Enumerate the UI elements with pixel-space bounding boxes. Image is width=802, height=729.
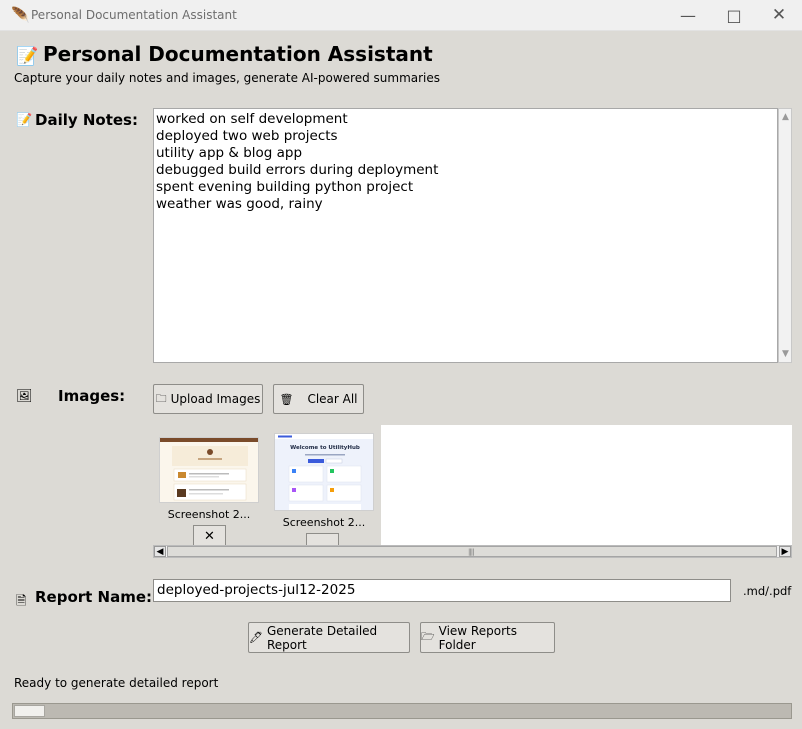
scroll-down-icon[interactable]: ▼ [780, 348, 791, 360]
page-subtitle: Capture your daily notes and images, gen… [14, 71, 441, 85]
notes-line: debugged build errors during deployment [156, 162, 439, 178]
thumbnail-caption: Screenshot 2... [167, 508, 251, 521]
view-reports-folder-button[interactable]: 🗁 View Reports Folder [420, 622, 555, 653]
remove-image-button[interactable]: ✕ [193, 525, 226, 545]
thumbnail-caption: Screenshot 2... [282, 516, 366, 529]
daily-notes-textarea[interactable]: worked on self development deployed two … [153, 108, 778, 363]
generate-report-button[interactable]: 🖊 Generate Detailed Report [248, 622, 410, 653]
report-name-input[interactable]: deployed-projects-jul12-2025 [153, 579, 731, 602]
image-thumbnail[interactable] [159, 437, 259, 503]
upload-images-button[interactable]: 🗀 Upload Images [153, 384, 263, 414]
screenshot-preview: Welcome to UtilityHub [275, 434, 373, 510]
generate-report-label: Generate Detailed Report [266, 623, 378, 652]
image-thumbnail[interactable]: Welcome to UtilityHub [274, 433, 374, 511]
notes-line: utility app & blog app [156, 145, 303, 161]
scroll-up-icon[interactable]: ▲ [780, 111, 791, 123]
page-title: Personal Documentation Assistant [43, 42, 433, 66]
scrollbar-thumb[interactable]: |||| [167, 546, 777, 557]
gallery-horizontal-scrollbar[interactable]: ◀ |||| ▶ [153, 545, 792, 558]
grip-icon: |||| [468, 548, 475, 556]
folder-icon: 🗀 [155, 391, 167, 405]
scroll-right-icon[interactable]: ▶ [779, 546, 791, 557]
notes-line: weather was good, rainy [156, 196, 323, 212]
window-title: Personal Documentation Assistant [31, 8, 237, 22]
progress-bar-fill [14, 705, 45, 717]
status-text: Ready to generate detailed report [14, 676, 219, 690]
scroll-left-icon[interactable]: ◀ [154, 546, 166, 557]
notes-line: deployed two web projects [156, 128, 338, 144]
close-button[interactable]: ✕ [756, 0, 802, 30]
daily-notes-label: Daily Notes: [35, 111, 138, 129]
notes-line: worked on self development [156, 111, 348, 127]
progress-bar [12, 703, 792, 719]
notes-line: spent evening building python project [156, 179, 414, 195]
feather-icon: 🪶 [11, 6, 30, 24]
memo-icon: 📝 [16, 113, 33, 128]
file-extension-label: .md/.pdf [743, 584, 792, 598]
images-label: Images: [58, 387, 126, 405]
upload-images-label: Upload Images [170, 392, 261, 406]
open-folder-icon: 🗁 [421, 630, 435, 643]
gallery-canvas [381, 425, 792, 545]
screenshot-preview [160, 438, 258, 502]
notes-vertical-scrollbar[interactable]: ▲ ▼ [778, 108, 792, 363]
photo-frame-icon: 🖼 [16, 389, 33, 404]
image-gallery: Screenshot 2... ✕ Welcome to UtilityHub [153, 425, 792, 545]
window-titlebar: 🪶 Personal Documentation Assistant — □ ✕ [0, 0, 802, 31]
trash-icon: 🗑 [279, 392, 294, 406]
minimize-button[interactable]: — [665, 0, 711, 30]
clear-all-button[interactable]: 🗑 Clear All [273, 384, 364, 414]
remove-image-button[interactable] [306, 533, 339, 545]
memo-icon: 📝 [16, 46, 39, 67]
document-icon: 🗎 [16, 594, 27, 609]
clear-all-label: Clear All [307, 392, 358, 406]
pen-icon: 🖊 [249, 631, 263, 644]
maximize-button[interactable]: □ [711, 0, 757, 30]
report-name-label: Report Name: [35, 588, 153, 606]
thumbnail-heading: Welcome to UtilityHub [290, 445, 360, 451]
view-reports-folder-label: View Reports Folder [438, 623, 517, 652]
